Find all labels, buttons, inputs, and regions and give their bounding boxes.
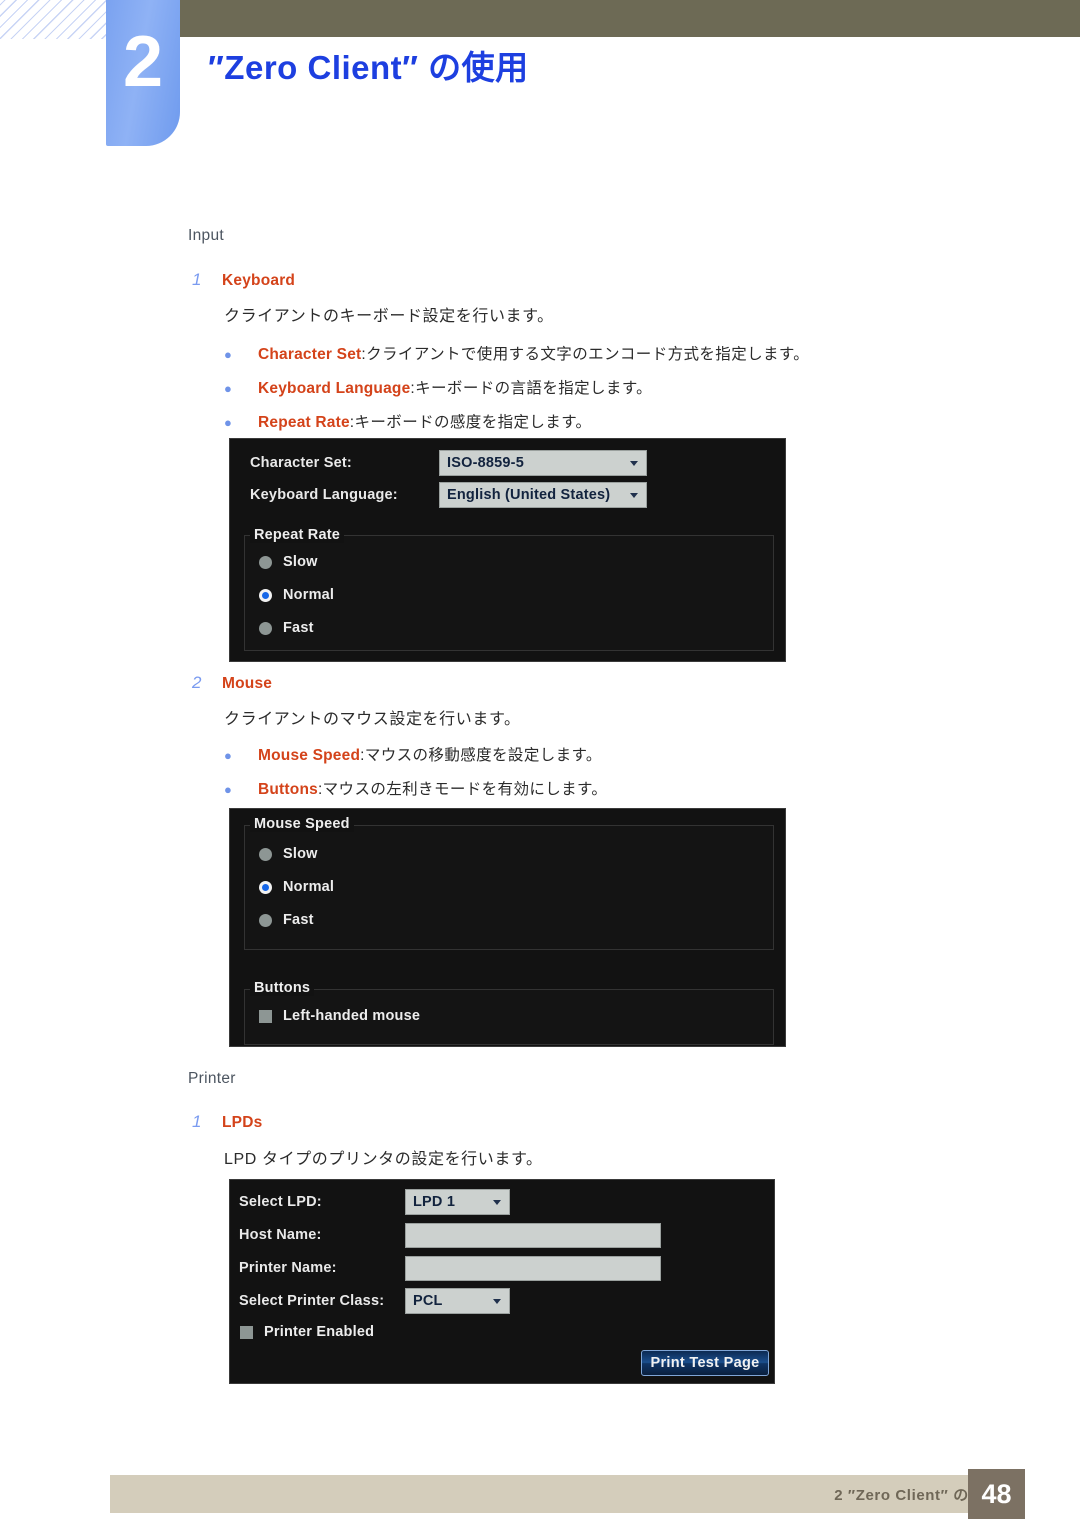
radio-icon — [259, 621, 272, 635]
host-name-input[interactable] — [405, 1223, 661, 1248]
mouse-speed-option-slow[interactable]: Slow — [259, 846, 318, 862]
bullet-body: :クライアントで使用する文字のエンコード方式を指定します。 — [361, 346, 810, 363]
left-handed-mouse-checkbox[interactable]: Left-handed mouse — [259, 1008, 420, 1024]
select-printer-class-dropdown[interactable]: PCL — [405, 1288, 510, 1314]
bullet-buttons: ● Buttons :マウスの左利きモードを有効にします。 — [224, 777, 607, 799]
host-name-label: Host Name: — [239, 1227, 322, 1243]
radio-icon — [259, 913, 272, 927]
bullet-body: :マウスの移動感度を設定します。 — [360, 747, 602, 764]
bullet-dot-icon: ● — [224, 381, 232, 396]
bullet-term: Keyboard Language — [258, 380, 411, 397]
group-label-input: Input — [188, 227, 224, 244]
bullet-dot-icon: ● — [224, 782, 232, 797]
bullet-dot-icon: ● — [224, 347, 232, 362]
print-test-page-button[interactable]: Print Test Page — [641, 1350, 769, 1376]
bullet-term: Buttons — [258, 781, 318, 798]
page-title: ″Zero Client″ の使用 — [208, 49, 529, 86]
select-printer-class-label: Select Printer Class: — [239, 1293, 385, 1309]
printer-enabled-checkbox[interactable]: Printer Enabled — [240, 1324, 374, 1340]
character-set-value: ISO-8859-5 — [447, 455, 524, 471]
radio-icon — [259, 555, 272, 569]
item-title: Mouse — [222, 675, 273, 692]
bullet-body: :マウスの左利きモードを有効にします。 — [317, 781, 608, 798]
radio-icon-selected — [259, 588, 272, 602]
chapter-number: 2 — [122, 22, 164, 102]
radio-label: Normal — [283, 587, 335, 603]
select-lpd-dropdown[interactable]: LPD 1 — [405, 1189, 510, 1215]
mouse-settings-panel: Mouse Speed Slow Normal Fast Buttons Lef… — [229, 808, 786, 1047]
mouse-speed-option-normal[interactable]: Normal — [259, 879, 334, 895]
printer-name-label: Printer Name: — [239, 1260, 337, 1276]
radio-icon — [259, 847, 272, 861]
printer-name-input[interactable] — [405, 1256, 661, 1281]
repeat-rate-option-slow[interactable]: Slow — [259, 554, 318, 570]
keyboard-language-dropdown[interactable]: English (United States) — [439, 482, 647, 508]
chapter-tab: 2 — [106, 0, 180, 146]
page-number: 48 — [981, 1478, 1012, 1509]
page-number-box: 48 — [968, 1469, 1025, 1519]
radio-label: Fast — [283, 912, 314, 928]
bullet-body: :キーボードの感度を指定します。 — [349, 414, 592, 431]
keyboard-language-label: Keyboard Language: — [250, 487, 398, 503]
character-set-dropdown[interactable]: ISO-8859-5 — [439, 450, 647, 476]
item-heading-mouse: 2 Mouse — [192, 673, 272, 693]
item-title: Keyboard — [222, 272, 296, 289]
print-test-page-label: Print Test Page — [650, 1355, 760, 1371]
item-number: 2 — [192, 673, 202, 692]
bullet-character-set: ● Character Set :クライアントで使用する文字のエンコード方式を指… — [224, 342, 809, 364]
bullet-term: Repeat Rate — [258, 414, 350, 431]
radio-label: Slow — [283, 554, 318, 570]
radio-label: Fast — [283, 620, 314, 636]
item-heading-lpds: 1 LPDs — [192, 1112, 262, 1132]
mouse-speed-option-fast[interactable]: Fast — [259, 912, 314, 928]
select-lpd-value: LPD 1 — [413, 1194, 456, 1210]
lpd-settings-panel: Select LPD: LPD 1 Host Name: Printer Nam… — [229, 1179, 775, 1384]
bullet-dot-icon: ● — [224, 415, 232, 430]
bullet-body: :キーボードの言語を指定します。 — [410, 380, 653, 397]
item-number: 1 — [192, 1112, 202, 1131]
item-description-keyboard: クライアントのキーボード設定を行います。 — [224, 308, 554, 325]
repeat-rate-legend: Repeat Rate — [250, 527, 345, 543]
item-heading-keyboard: 1 Keyboard — [192, 270, 295, 290]
item-number: 1 — [192, 270, 202, 289]
radio-label: Slow — [283, 846, 318, 862]
bullet-mouse-speed: ● Mouse Speed :マウスの移動感度を設定します。 — [224, 743, 602, 765]
header-olive-bar — [180, 0, 1080, 37]
repeat-rate-option-normal[interactable]: Normal — [259, 587, 334, 603]
group-label-printer: Printer — [188, 1070, 236, 1087]
item-description-lpds: LPD タイプのプリンタの設定を行います。 — [224, 1151, 543, 1168]
buttons-legend: Buttons — [250, 980, 315, 996]
keyboard-language-value: English (United States) — [447, 487, 611, 503]
item-description-mouse: クライアントのマウス設定を行います。 — [224, 711, 521, 728]
select-lpd-label: Select LPD: — [239, 1194, 322, 1210]
chevron-down-icon — [630, 460, 638, 466]
chevron-down-icon — [493, 1199, 501, 1205]
checkbox-icon — [240, 1325, 253, 1339]
bullet-repeat-rate: ● Repeat Rate :キーボードの感度を指定します。 — [224, 410, 591, 432]
radio-icon-selected — [259, 880, 272, 894]
keyboard-settings-panel: Character Set: ISO-8859-5 Keyboard Langu… — [229, 438, 786, 662]
select-printer-class-value: PCL — [413, 1293, 443, 1309]
character-set-label: Character Set: — [250, 455, 352, 471]
checkbox-icon — [259, 1009, 272, 1023]
bullet-dot-icon: ● — [224, 748, 232, 763]
chevron-down-icon — [630, 492, 638, 498]
bullet-term: Character Set — [258, 346, 362, 363]
checkbox-label: Left-handed mouse — [283, 1008, 421, 1024]
bullet-keyboard-language: ● Keyboard Language :キーボードの言語を指定します。 — [224, 376, 652, 398]
chevron-down-icon — [493, 1298, 501, 1304]
radio-label: Normal — [283, 879, 335, 895]
item-title: LPDs — [222, 1114, 263, 1131]
bullet-term: Mouse Speed — [258, 747, 361, 764]
mouse-speed-legend: Mouse Speed — [250, 816, 354, 832]
repeat-rate-option-fast[interactable]: Fast — [259, 620, 314, 636]
checkbox-label: Printer Enabled — [264, 1324, 375, 1340]
